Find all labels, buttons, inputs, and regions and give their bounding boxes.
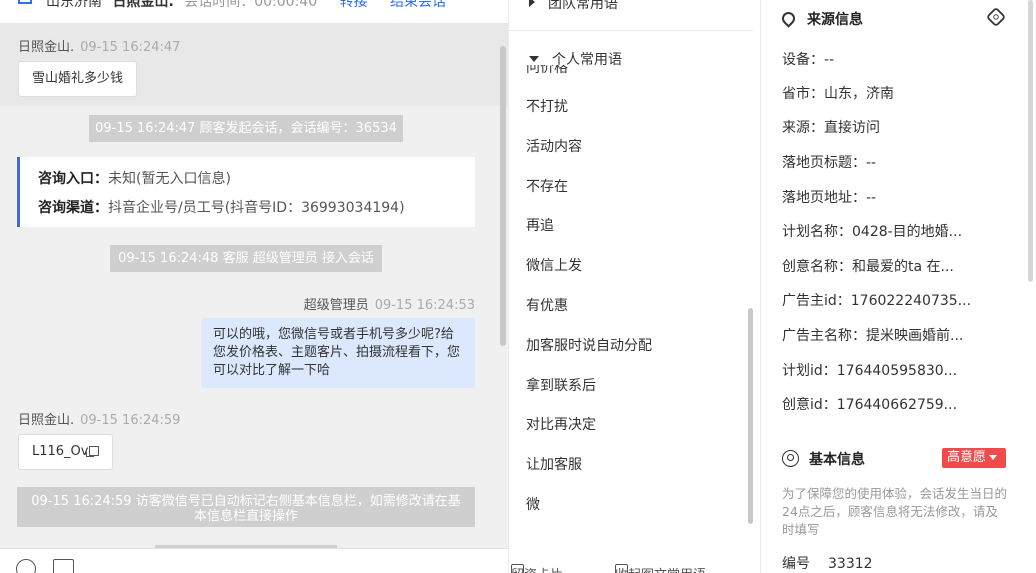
region-text: 山东济南 bbox=[46, 0, 102, 10]
plan-id-field: 计划id：176440595830... bbox=[782, 363, 958, 379]
phrases-panel: 团队常用语 个人常用语 问价格 不打扰 活动内容 不存在 再追 微信上发 有优惠… bbox=[508, 0, 760, 573]
sender-name: 日照金山. bbox=[18, 40, 75, 55]
settings-icon[interactable] bbox=[985, 6, 1007, 28]
agent-message-header: 超级管理员 09-15 16:24:53 bbox=[304, 294, 475, 313]
button-label: 留资卡片 bbox=[511, 564, 563, 573]
end-session-button[interactable]: 结束会话 bbox=[390, 0, 446, 10]
creative-id-field: 创意id：176440662759... bbox=[782, 397, 958, 413]
session-time: 00:00:40 bbox=[254, 0, 318, 10]
phrase-item[interactable]: 不打扰 bbox=[526, 88, 746, 128]
number-label: 编号 bbox=[782, 556, 810, 572]
customer-message-header: 日照金山. 09-15 16:24:59 bbox=[18, 409, 180, 428]
creative-name-field: 创意名称：和最爱的ta 在... bbox=[782, 259, 954, 275]
agent-message-bubble: 可以的哦，您微信号或者手机号多少呢?给您发价格表、主题客片、拍摄流程看下，您可以… bbox=[201, 318, 475, 388]
entry-value: 未知(暂无入口信息) bbox=[108, 171, 231, 187]
caret-right-icon bbox=[529, 0, 535, 7]
heading-text: 来源信息 bbox=[807, 12, 863, 28]
consult-entry-card: 咨询入口：未知(暂无入口信息) 咨询渠道：抖音企业号/员工号(抖音号ID：369… bbox=[17, 157, 475, 227]
basic-info-heading: 基本信息 bbox=[782, 449, 865, 469]
message-time: 09-15 16:24:47 bbox=[80, 40, 181, 55]
chat-header: 山东济南 日照金山. 会话时间：00:00:40 转接 结束会话 bbox=[0, 0, 508, 24]
source-field: 来源：直接访问 bbox=[782, 120, 880, 136]
advertiser-id-field: 广告主id：176022240735... bbox=[782, 293, 972, 309]
transfer-button[interactable]: 转接 bbox=[340, 0, 368, 10]
number-field: 编号 33312 bbox=[782, 553, 873, 573]
session-label: 会话时间： bbox=[184, 0, 255, 10]
message-time: 09-15 16:24:59 bbox=[80, 413, 181, 428]
customer-message-header: 日照金山. 09-15 16:24:47 bbox=[18, 36, 180, 55]
copy-icon[interactable] bbox=[86, 446, 100, 457]
system-message: 09-15 16:24:48 客服 超级管理员 接入会话 bbox=[110, 245, 382, 272]
chat-scrollbar[interactable] bbox=[500, 46, 506, 346]
group-label: 团队常用语 bbox=[548, 0, 618, 12]
user-icon bbox=[782, 450, 799, 467]
team-phrases-group[interactable]: 团队常用语 bbox=[529, 0, 618, 13]
landing-url-field: 落地页地址：-- bbox=[782, 190, 877, 206]
message-text: L116_Ov bbox=[32, 444, 89, 459]
channel-value: 抖音企业号/员工号(抖音号ID：36993034194) bbox=[108, 200, 405, 216]
customer-message-bubble: 雪山婚礼多少钱 bbox=[18, 61, 138, 97]
chat-toolbar bbox=[0, 548, 508, 573]
chevron-down-icon bbox=[989, 455, 998, 460]
phrase-item[interactable]: 对比再决定 bbox=[526, 406, 746, 446]
customer-info-panel: 来源信息 设备：-- 省市：山东，济南 来源：直接访问 落地页标题：-- 落地页… bbox=[760, 0, 1036, 573]
phrase-item[interactable]: 微 bbox=[526, 486, 746, 526]
image-icon[interactable] bbox=[53, 559, 74, 573]
button-label: 收起图文常用语 bbox=[615, 564, 706, 573]
edit-notice: 为了保障您的使用体验，会话发生当日的24点之后，顾客信息将无法修改，请及时填写 bbox=[782, 486, 1008, 537]
entry-label: 咨询入口： bbox=[38, 171, 108, 187]
system-message: 09-15 16:24:47 顾客发起会话，会话编号：36534 bbox=[89, 115, 403, 142]
phrase-item[interactable]: 再追 bbox=[526, 207, 746, 247]
landing-title-field: 落地页标题：-- bbox=[782, 155, 877, 171]
chat-panel: 山东济南 日照金山. 会话时间：00:00:40 转接 结束会话 日照金山. 09… bbox=[0, 0, 508, 573]
intent-dropdown[interactable]: 高意愿 bbox=[942, 448, 1006, 468]
phrase-item[interactable]: 活动内容 bbox=[526, 128, 746, 168]
customer-name: 日照金山. bbox=[112, 0, 174, 10]
system-message: 09-15 16:24:59 访客微信号已自动标记右侧基本信息栏，如需修改请在基… bbox=[17, 487, 475, 527]
source-info-heading: 来源信息 bbox=[779, 9, 863, 29]
province-field: 省市：山东，济南 bbox=[782, 86, 894, 102]
number-value: 33312 bbox=[828, 556, 873, 572]
phrase-item[interactable]: 微信上发 bbox=[526, 247, 746, 287]
location-icon bbox=[779, 9, 798, 28]
heading-text: 基本信息 bbox=[809, 452, 865, 468]
phrase-item[interactable]: 不存在 bbox=[526, 168, 746, 208]
sender-name: 日照金山. bbox=[18, 413, 75, 428]
phrase-item[interactable]: 加客服时说自动分配 bbox=[526, 327, 746, 367]
phrase-item[interactable]: 让加客服 bbox=[526, 446, 746, 486]
plan-name-field: 计划名称：0428-目的地婚... bbox=[782, 224, 963, 240]
phrase-item[interactable]: 拿到联系后 bbox=[526, 367, 746, 407]
chat-header-text: 山东济南 日照金山. 会话时间：00:00:40 转接 结束会话 bbox=[46, 0, 446, 11]
customer-message-bubble: L116_Ov bbox=[18, 434, 114, 470]
intent-value: 高意愿 bbox=[947, 450, 987, 465]
caret-down-icon bbox=[529, 56, 539, 62]
channel-label: 咨询渠道： bbox=[38, 200, 108, 216]
sender-name: 超级管理员 bbox=[303, 298, 369, 313]
divider bbox=[509, 30, 753, 31]
advertiser-name-field: 广告主名称：提米映画婚前... bbox=[782, 328, 964, 344]
monitor-icon bbox=[18, 0, 32, 4]
emoji-icon[interactable] bbox=[16, 559, 36, 573]
phrase-label: 问价格 bbox=[526, 65, 568, 76]
phrase-item[interactable]: 有优惠 bbox=[526, 287, 746, 327]
info-scrollbar[interactable] bbox=[1028, 0, 1033, 282]
message-time: 09-15 16:24:53 bbox=[374, 298, 475, 313]
phrase-list: 不打扰 活动内容 不存在 再追 微信上发 有优惠 加客服时说自动分配 拿到联系后… bbox=[526, 88, 746, 526]
phrases-scrollbar[interactable] bbox=[748, 308, 753, 524]
phrase-item-partial[interactable]: 问价格 bbox=[526, 65, 726, 77]
device-field: 设备：-- bbox=[782, 52, 835, 68]
